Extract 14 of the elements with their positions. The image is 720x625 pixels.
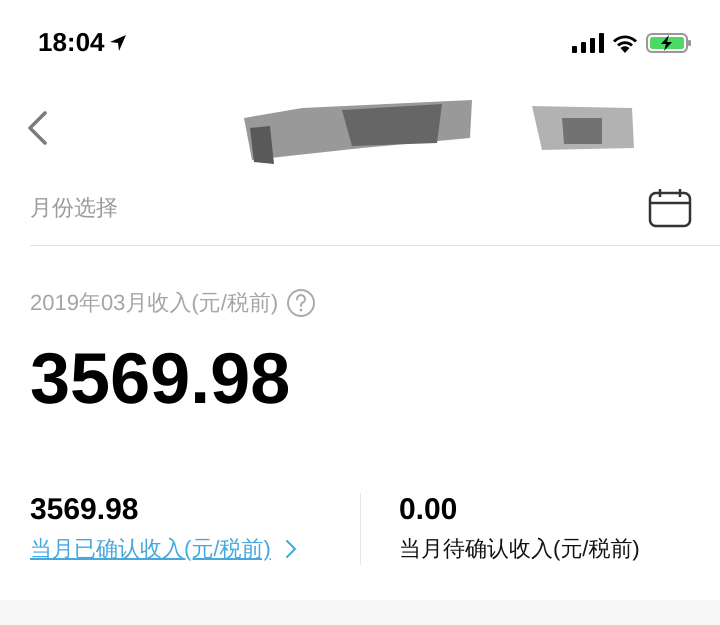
- summary-value: 0.00: [398, 493, 458, 526]
- help-icon[interactable]: [286, 288, 316, 318]
- confirmed-income-link[interactable]: 当月已确认收入(元/税前): [30, 532, 271, 565]
- location-arrow-icon: [108, 34, 126, 52]
- income-title: 2019年03月收入(元/税前): [30, 289, 278, 317]
- summary-value: 3569.98: [30, 493, 140, 526]
- chevron-right-icon[interactable]: [284, 538, 297, 558]
- month-picker-label[interactable]: 月份选择: [30, 191, 118, 224]
- wifi-icon: [612, 32, 638, 52]
- income-amount: 3569.98: [30, 343, 292, 415]
- status-time: 18:04: [38, 26, 104, 59]
- calendar-icon[interactable]: [648, 188, 692, 228]
- signal-icon: [572, 32, 604, 52]
- summary-label: 当月待确认收入(元/税前): [398, 535, 640, 563]
